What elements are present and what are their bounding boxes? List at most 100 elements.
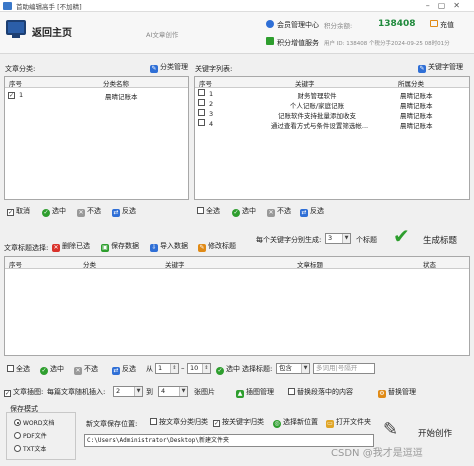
row-checkbox[interactable] [198,99,207,107]
row-checkbox[interactable] [198,119,207,127]
row-no: 1 [209,90,214,98]
image-min-select[interactable]: 2 ▼ [113,386,143,397]
title-all-button[interactable]: 全选 [7,364,30,374]
image-min-value: 2 [116,387,121,395]
replace-icon: ⚙ [378,390,386,398]
row-no: 2 [209,100,214,108]
keyword-list[interactable]: 序号 关键字 所属分类 1 财务管理软件 晨晴记账本 2 个人记账/家庭记账 晨… [194,76,470,200]
per-keyword-select[interactable]: 3 ▼ [325,233,351,244]
by-category-checkbox[interactable]: 按文章分类归类 [150,417,208,427]
filter-mode-value: 包含 [279,364,292,372]
invert-icon: ⇄ [300,209,308,217]
delete-selected-button[interactable]: ✕ 删除已选 [52,241,90,252]
category-header-row: 序号 分类名称 [5,77,188,88]
save-mode-pdf[interactable]: PDF文件 [14,432,47,442]
title-table[interactable]: 序号 分类 关键字 文章标题 状态 [4,256,470,356]
radio-icon [14,419,21,426]
delete-icon: ✕ [52,244,60,252]
member-icon [266,20,274,28]
member-center-link[interactable]: 会员管理中心 [277,20,319,30]
per-keyword-label: 每个关键字分别生成: [256,236,322,244]
row-keyword-category: 晨晴记账本 [400,122,433,130]
check-circle-icon: ✓ [232,209,240,217]
keyword-invert-button[interactable]: ⇄ 反选 [300,206,324,217]
filter-placeholder: 多词用|号隔开 [316,364,358,372]
image-max-select[interactable]: 4 ▼ [158,386,188,397]
row-checkbox[interactable] [198,109,207,117]
keyword-header-row: 序号 关键字 所属分类 [195,77,469,88]
category-manage-button[interactable]: ✎ 分类管理 [150,62,188,73]
keyword-manage-button[interactable]: ✎ 关键字管理 [418,62,463,73]
chevron-down-icon: ▼ [301,364,309,373]
category-deselect-button[interactable]: ✕ 不选 [77,206,101,217]
keyword-all-button[interactable]: 全选 [197,206,220,216]
target-icon: ◎ [273,420,281,428]
range-from-input[interactable]: 1 ⇕ [155,363,179,374]
table-row[interactable]: 3 记账软件支持批量添加收支 晨晴记账本 [195,109,469,120]
row-no: 1 [19,91,24,99]
open-folder-button[interactable]: ▭ 打开文件夹 [326,417,371,428]
row-checkbox[interactable]: ✓ [8,90,17,99]
image-options: ✓ 文章插图: 每篇文章随机插入: 2 ▼ 到 4 ▼ 张图片 ▲ 插图管理 替换段落中… [4,385,470,399]
table-row[interactable]: 4 通过查看方式与条件设置筛选帐... 晨晴记账本 [195,119,469,130]
filter-input[interactable]: 多词用|号隔开 [313,363,375,374]
check-circle-icon: ✓ [42,209,50,217]
keyword-deselect-button[interactable]: ✕ 不选 [267,206,291,217]
row-checkbox[interactable] [198,89,207,97]
title-invert-button[interactable]: ⇄ 反选 [112,364,136,375]
category-cancel-button[interactable]: ✓ 取消 [7,206,30,216]
app-icon [3,2,12,10]
recharge-link[interactable]: 充值 [440,20,454,30]
home-link[interactable]: 返回主页 [32,24,72,39]
invert-icon: ⇄ [112,367,120,375]
save-mode-word[interactable]: WORD文档 [14,419,54,429]
by-keyword-label: 按关键字归类 [222,418,264,426]
by-keyword-checkbox[interactable]: ✓ 按关键字归类 [213,417,264,427]
image-manage-button[interactable]: ▲ 插图管理 [236,387,274,398]
table-row[interactable]: ✓ 1 晨晴记账本 [5,90,188,101]
header-bar: 返回主页 AI文章创作 会员管理中心 积分余额: 138408 充值 积分增值服… [0,12,474,54]
window-controls[interactable]: –▢✕ [426,1,468,10]
image-insert-label: 文章插图: [13,388,44,396]
points-label: 积分余额: [324,22,353,30]
save-mode-txt[interactable]: TXT文本 [14,445,46,455]
table-row[interactable]: 1 财务管理软件 晨晴记账本 [195,89,469,100]
col-header: 关键字 [295,80,315,88]
image-insert-checkbox[interactable]: ✓ 文章插图: [4,387,43,397]
invert-label: 反选 [310,207,324,215]
delete-label: 删除已选 [62,242,90,250]
choose-location-button[interactable]: ◎ 选择新位置 [273,417,318,428]
unselect-icon: ✕ [267,209,275,217]
filter-mode-select[interactable]: 包含 ▼ [276,363,310,374]
range-select-button[interactable]: ✓ 选中 [216,364,240,375]
category-list[interactable]: 序号 分类名称 ✓ 1 晨晴记账本 [4,76,189,200]
edit-title-button[interactable]: ✎ 修改标题 [198,241,236,252]
save-data-button[interactable]: ▣ 保存数据 [101,241,139,252]
replace-manage-button[interactable]: ⚙ 替换管理 [378,387,416,398]
replace-checkbox[interactable]: 替换段落中的内容 [288,387,353,397]
save-path-value: C:\Users\Administrator\Desktop\新建文件夹 [87,437,229,444]
start-create-button[interactable]: 开始创作 [418,427,452,439]
col-header: 序号 [9,261,22,269]
unselect-icon: ✕ [77,209,85,217]
table-row[interactable]: 2 个人记账/家庭记账 晨晴记账本 [195,99,469,110]
category-invert-button[interactable]: ⇄ 反选 [112,206,136,217]
col-header: 序号 [9,80,22,88]
category-select-button[interactable]: ✓ 选中 [42,206,66,217]
generate-title-button[interactable]: 生成标题 [423,234,457,246]
range-select-label: 选中 [226,365,240,373]
import-data-button[interactable]: ⇩ 导入数据 [150,241,188,252]
save-icon: ▣ [101,244,109,252]
row-keyword: 通过查看方式与条件设置筛选帐... [270,122,369,130]
points-service-link[interactable]: 积分增值服务 [277,38,319,48]
title-deselect-button[interactable]: ✕ 不选 [74,364,98,375]
select-label: 选中 [52,207,66,215]
select-label: 选中 [242,207,256,215]
save-mode-txt-label: TXT文本 [23,446,47,453]
chevron-down-icon: ▼ [179,387,187,396]
col-header: 关键字 [165,261,185,269]
range-to-input[interactable]: 10 ⇕ [187,363,211,374]
title-select-button[interactable]: ✓ 选中 [40,364,64,375]
by-category-label: 按文章分类归类 [159,418,208,426]
keyword-select-button[interactable]: ✓ 选中 [232,206,256,217]
